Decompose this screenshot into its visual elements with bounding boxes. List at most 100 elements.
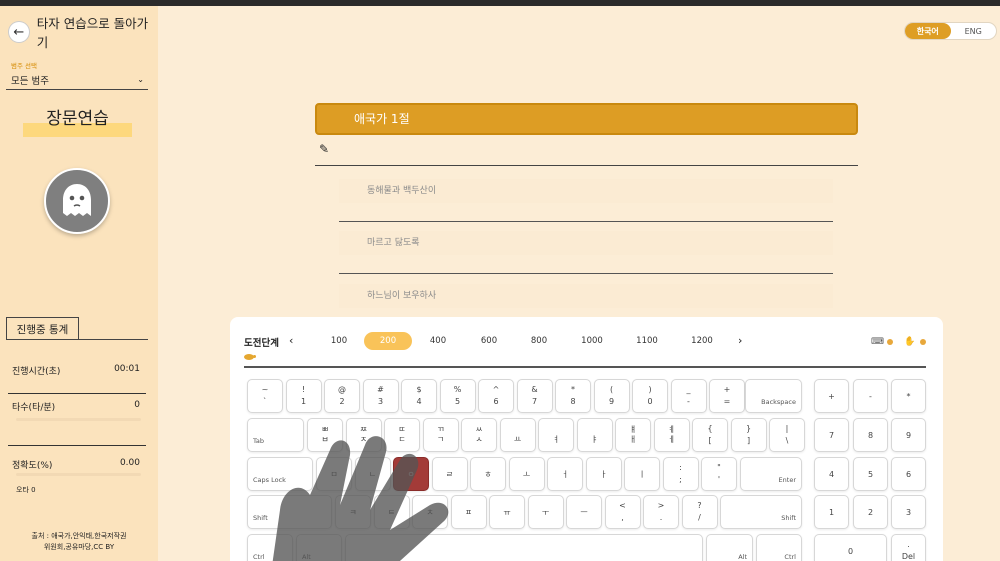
space-key[interactable]: [345, 534, 703, 561]
key[interactable]: ㅡ: [566, 495, 602, 529]
arrow-left-icon[interactable]: ←: [8, 21, 30, 43]
sentence-input-line[interactable]: [339, 273, 833, 274]
key-char: ㅣ: [638, 469, 646, 479]
numpad-key[interactable]: *: [891, 379, 926, 413]
key[interactable]: ㄸㄷ: [384, 418, 420, 452]
key[interactable]: & 7: [516, 379, 553, 413]
key[interactable]: ! 1: [285, 379, 322, 413]
key[interactable]: % 5: [439, 379, 476, 413]
keyboard-toggle-dot[interactable]: [887, 339, 893, 345]
key[interactable]: ㅆㅅ: [461, 418, 497, 452]
shift-right-key[interactable]: Shift: [720, 495, 802, 529]
key[interactable]: | \: [769, 418, 805, 452]
numpad-del-key[interactable]: . Del: [891, 534, 926, 561]
language-toggle[interactable]: 한국어 ENG: [904, 22, 997, 40]
back-link[interactable]: ← 타자 연습으로 돌아가기: [8, 13, 158, 51]
numpad-key[interactable]: 1: [814, 495, 849, 529]
category-select[interactable]: 모든 범주 ⌄: [6, 70, 148, 90]
category-value[interactable]: 모든 범주: [11, 73, 49, 87]
numpad-key[interactable]: 5: [853, 457, 888, 491]
key[interactable]: ㅊ: [412, 495, 448, 529]
level-option[interactable]: 200: [364, 332, 412, 350]
key[interactable]: ㅕ: [538, 418, 574, 452]
back-label[interactable]: 타자 연습으로 돌아가기: [37, 13, 158, 51]
hand-icon[interactable]: ✋: [904, 337, 915, 347]
key[interactable]: * 8: [555, 379, 591, 413]
key[interactable]: ㅌ: [373, 495, 410, 529]
numpad-key[interactable]: 4: [814, 457, 849, 491]
key[interactable]: ㅜ: [527, 495, 564, 529]
key[interactable]: <,: [604, 495, 641, 529]
key[interactable]: }]: [730, 418, 767, 452]
key-char: 3: [377, 397, 384, 406]
level-option[interactable]: 1000: [568, 332, 616, 350]
key[interactable]: _ -: [670, 379, 707, 413]
key[interactable]: ^ 6: [478, 379, 514, 413]
shift-left-key[interactable]: Shift: [247, 495, 332, 529]
lang-korean[interactable]: 한국어: [905, 23, 951, 39]
chevron-left-icon[interactable]: ‹: [289, 334, 293, 347]
lang-english[interactable]: ENG: [951, 23, 997, 39]
key[interactable]: $4: [401, 379, 437, 413]
numpad-zero-key[interactable]: 0: [814, 534, 887, 561]
key[interactable]: >.: [643, 495, 679, 529]
highlighted-key[interactable]: ㅇ: [393, 457, 429, 491]
key[interactable]: (9: [593, 379, 630, 413]
numpad-key[interactable]: +: [814, 379, 849, 413]
numpad-key[interactable]: 2: [853, 495, 888, 529]
key[interactable]: ㅁ: [316, 457, 352, 491]
hand-toggle-dot[interactable]: [920, 339, 926, 345]
key[interactable]: ㄹ: [431, 457, 468, 491]
key[interactable]: ㅉㅈ: [345, 418, 382, 452]
key[interactable]: #3: [362, 379, 399, 413]
key[interactable]: ㅏ: [585, 457, 622, 491]
key[interactable]: ㅓ: [547, 457, 583, 491]
level-option[interactable]: 100: [315, 332, 363, 350]
chevron-right-icon[interactable]: ›: [738, 334, 742, 347]
key[interactable]: ㄲㄱ: [422, 418, 459, 452]
capslock-key[interactable]: Caps Lock: [247, 457, 313, 491]
numpad-key[interactable]: -: [853, 379, 888, 413]
key[interactable]: ㅠ: [489, 495, 525, 529]
key[interactable]: ㅍ: [450, 495, 487, 529]
key[interactable]: ㄴ: [354, 457, 391, 491]
sentence-input-line[interactable]: [339, 221, 833, 222]
alt-left-key[interactable]: Alt: [296, 534, 342, 561]
ctrl-left-key[interactable]: Ctrl: [247, 534, 293, 561]
key[interactable]: ㅒㅐ: [615, 418, 651, 452]
key[interactable]: ㅣ: [624, 457, 660, 491]
level-option[interactable]: 600: [465, 332, 513, 350]
numpad-key[interactable]: 9: [891, 418, 926, 452]
level-option[interactable]: 1200: [678, 332, 726, 350]
key[interactable]: ㅋ: [335, 495, 371, 529]
key[interactable]: ) 0: [632, 379, 668, 413]
key[interactable]: + =: [709, 379, 745, 413]
tab-key[interactable]: Tab: [247, 418, 304, 452]
level-option[interactable]: 800: [515, 332, 563, 350]
level-option[interactable]: 400: [414, 332, 462, 350]
ctrl-right-key[interactable]: Ctrl: [756, 534, 802, 561]
alt-right-key[interactable]: Alt: [706, 534, 753, 561]
numpad-key[interactable]: 7: [814, 418, 849, 452]
enter-key[interactable]: Enter: [740, 457, 802, 491]
key[interactable]: ㅗ: [508, 457, 545, 491]
numpad-key[interactable]: 6: [891, 457, 926, 491]
key[interactable]: ㅑ: [576, 418, 613, 452]
key[interactable]: ㅛ: [499, 418, 536, 452]
key[interactable]: ~ `: [247, 379, 283, 413]
key[interactable]: ㅎ: [470, 457, 506, 491]
key[interactable]: " ': [701, 457, 737, 491]
chevron-down-icon[interactable]: ⌄: [137, 75, 144, 84]
key[interactable]: {[: [692, 418, 728, 452]
key[interactable]: ㅖㅔ: [653, 418, 690, 452]
typing-input[interactable]: [315, 165, 858, 166]
numpad-key[interactable]: 8: [853, 418, 888, 452]
key[interactable]: ? /: [681, 495, 718, 529]
key[interactable]: :;: [662, 457, 699, 491]
backspace-key[interactable]: Backspace: [745, 379, 802, 413]
key[interactable]: ㅃㅂ: [307, 418, 343, 452]
numpad-key[interactable]: 3: [891, 495, 926, 529]
key[interactable]: @2: [324, 379, 360, 413]
level-option[interactable]: 1100: [623, 332, 671, 350]
keyboard-icon[interactable]: ⌨: [871, 337, 884, 347]
